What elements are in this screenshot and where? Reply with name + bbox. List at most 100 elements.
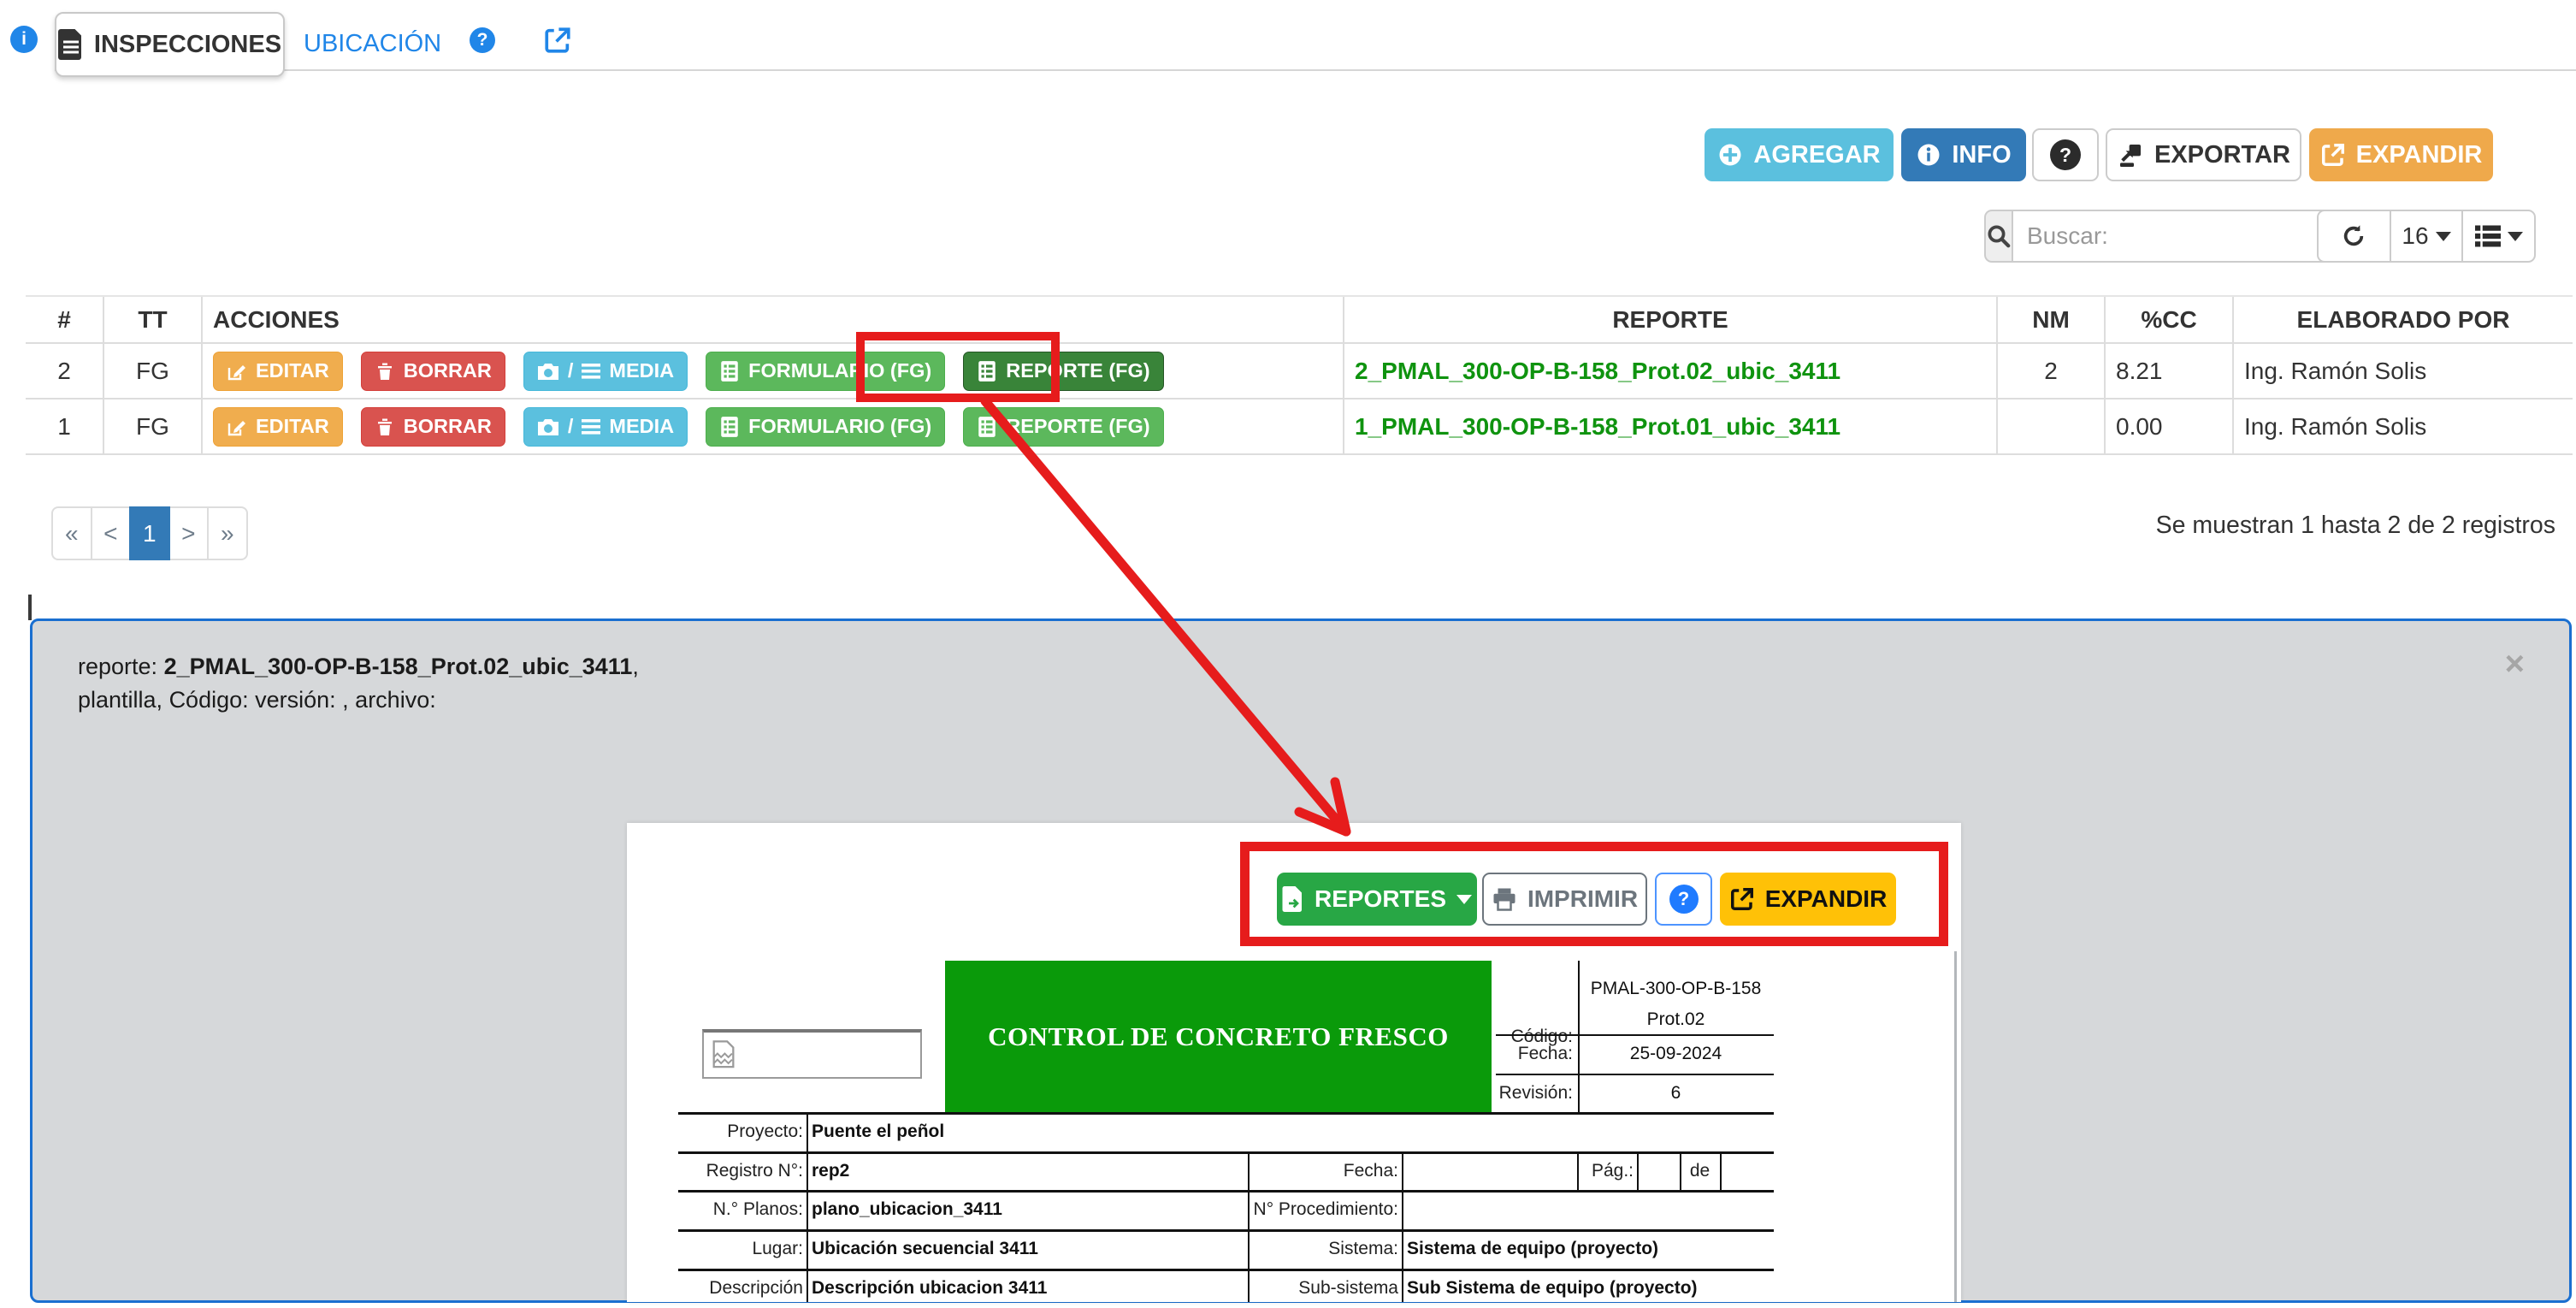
cell-tt: FG <box>103 344 201 398</box>
chevron-down-icon <box>2508 232 2523 241</box>
header-tt[interactable]: TT <box>103 297 201 342</box>
descripcion-label: Descripción <box>678 1269 803 1308</box>
pagination: « < 1 > » <box>51 506 248 560</box>
cell-num: 1 <box>26 400 103 453</box>
table-row: 2 FG EDITAR BORRAR / MEDIA FORMULARIO (F… <box>26 344 2573 400</box>
tab-ubicacion[interactable]: UBICACIÓN <box>304 30 441 58</box>
cell-actions: EDITAR BORRAR / MEDIA FORMULARIO (FG) RE… <box>201 344 1343 398</box>
header-cc[interactable]: %CC <box>2104 297 2232 342</box>
registro-value: rep2 <box>812 1151 849 1190</box>
info-button[interactable]: INFO <box>1901 128 2026 181</box>
subsistema-label: Sub-sistema <box>1248 1269 1398 1308</box>
media-label: MEDIA <box>609 359 674 382</box>
doc-divider <box>1720 1151 1722 1190</box>
header-elaborado[interactable]: ELABORADO POR <box>2232 297 2573 342</box>
slash-glyph: / <box>568 415 574 438</box>
cell-cc: 0.00 <box>2104 400 2232 453</box>
registro-label: Registro N°: <box>678 1151 803 1190</box>
tab-inspecciones-label: INSPECCIONES <box>94 31 281 59</box>
codigo-value-line1: PMAL-300-OP-B-158 <box>1578 979 1774 999</box>
header-num[interactable]: # <box>26 297 103 342</box>
list-lines-icon <box>582 418 600 435</box>
agregar-button[interactable]: AGREGAR <box>1705 128 1894 181</box>
page-next-button[interactable]: > <box>168 506 210 560</box>
plus-circle-icon <box>1717 142 1743 168</box>
proyecto-value: Puente el peñol <box>812 1112 944 1151</box>
proyecto-label: Proyecto: <box>678 1112 803 1151</box>
reporte-button[interactable]: REPORTE (FG) <box>963 407 1163 447</box>
de-label: de <box>1680 1151 1720 1190</box>
page-1-button[interactable]: 1 <box>129 506 170 560</box>
page-size-value: 16 <box>2402 222 2428 250</box>
fecha-label: Fecha: <box>1496 1034 1573 1074</box>
close-icon[interactable]: × <box>2505 647 2525 681</box>
subsistema-value: Sub Sistema de equipo (proyecto) <box>1407 1269 1698 1308</box>
camera-icon <box>537 417 559 437</box>
report-name: 2_PMAL_300-OP-B-158_Prot.02_ubic_3411 <box>164 654 633 679</box>
cell-actions: EDITAR BORRAR / MEDIA FORMULARIO (FG) RE… <box>201 400 1343 453</box>
expandir-label: EXPANDIR <box>2356 141 2483 169</box>
header-nm[interactable]: NM <box>1996 297 2104 342</box>
borrar-button[interactable]: BORRAR <box>361 352 505 391</box>
table-row: 1 FG EDITAR BORRAR / MEDIA FORMULARIO (F… <box>26 400 2573 455</box>
revision-label: Revisión: <box>1496 1074 1573 1112</box>
refresh-button[interactable] <box>2319 211 2390 261</box>
media-button[interactable]: / MEDIA <box>523 352 688 391</box>
search-group <box>1984 210 2282 263</box>
left-edge-tick <box>28 595 32 620</box>
header-reporte[interactable]: REPORTE <box>1343 297 1996 342</box>
agregar-label: AGREGAR <box>1753 141 1880 169</box>
help-icon[interactable]: ? <box>470 27 495 53</box>
tab-inspecciones[interactable]: INSPECCIONES <box>55 12 285 77</box>
editar-button[interactable]: EDITAR <box>213 407 343 447</box>
info-circle-icon <box>1916 142 1941 168</box>
borrar-button[interactable]: BORRAR <box>361 407 505 447</box>
document-icon <box>58 29 84 60</box>
preview-scrollbar[interactable] <box>1954 951 1957 1302</box>
page-first-button[interactable]: « <box>51 506 92 560</box>
fecha2-label: Fecha: <box>1248 1151 1398 1190</box>
search-input[interactable] <box>2012 210 2351 263</box>
planos-value: plano_ubicacion_3411 <box>812 1190 1002 1229</box>
report-panel-text: reporte: 2_PMAL_300-OP-B-158_Prot.02_ubi… <box>78 650 639 717</box>
tabbar-divider <box>55 69 2576 71</box>
view-options-group: 16 <box>2317 210 2536 263</box>
cell-reporte: 1_PMAL_300-OP-B-158_Prot.01_ubic_3411 <box>1343 400 1996 453</box>
codigo-value-line2: Prot.02 <box>1578 1009 1774 1030</box>
editar-label: EDITAR <box>256 415 329 438</box>
form-icon <box>977 416 997 438</box>
formulario-label: FORMULARIO (FG) <box>748 415 931 438</box>
form-icon <box>719 416 740 438</box>
fecha-value: 25-09-2024 <box>1578 1034 1774 1074</box>
help-icon-glyph: ? <box>477 30 488 50</box>
reporte-link[interactable]: 2_PMAL_300-OP-B-158_Prot.02_ubic_3411 <box>1355 358 1840 385</box>
reporte-link[interactable]: 1_PMAL_300-OP-B-158_Prot.01_ubic_3411 <box>1355 413 1840 441</box>
borrar-label: BORRAR <box>404 359 492 382</box>
doc-divider <box>806 1112 808 1302</box>
sistema-label: Sistema: <box>1248 1229 1398 1269</box>
highlight-rect-preview-toolbar <box>1240 842 1948 946</box>
trash-icon <box>375 417 395 437</box>
sistema-value: Sistema de equipo (proyecto) <box>1407 1229 1658 1269</box>
exportar-button[interactable]: EXPORTAR <box>2106 128 2301 181</box>
page-prev-button[interactable]: < <box>91 506 132 560</box>
info-button-label: INFO <box>1952 141 2011 169</box>
columns-dropdown[interactable] <box>2461 211 2534 261</box>
doc-divider <box>1402 1151 1403 1302</box>
cell-elaborado: Ing. Ramón Solis <box>2232 400 2573 453</box>
cell-reporte: 2_PMAL_300-OP-B-158_Prot.02_ubic_3411 <box>1343 344 1996 398</box>
expandir-button[interactable]: EXPANDIR <box>2309 128 2493 181</box>
page-size-dropdown[interactable]: 16 <box>2390 211 2462 261</box>
info-icon-glyph: i <box>21 29 27 50</box>
report-panel-line1: reporte: 2_PMAL_300-OP-B-158_Prot.02_ubi… <box>78 650 639 684</box>
page-last-button[interactable]: » <box>207 506 248 560</box>
formulario-button[interactable]: FORMULARIO (FG) <box>706 407 945 447</box>
editar-button[interactable]: EDITAR <box>213 352 343 391</box>
search-icon <box>1984 210 2012 263</box>
help-button[interactable]: ? <box>2032 128 2099 181</box>
media-button[interactable]: / MEDIA <box>523 407 688 447</box>
question-circle-icon: ? <box>2050 139 2081 170</box>
question-glyph: ? <box>2059 144 2071 167</box>
info-icon[interactable]: i <box>10 26 38 53</box>
external-link-icon[interactable] <box>543 26 572 55</box>
